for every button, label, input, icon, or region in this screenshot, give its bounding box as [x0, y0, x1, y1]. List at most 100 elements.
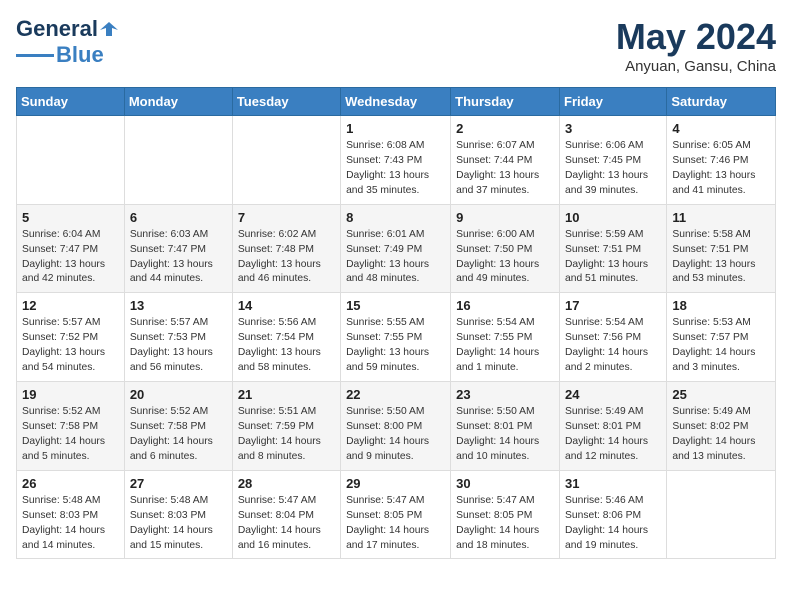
weekday-header-wednesday: Wednesday	[341, 88, 451, 116]
cell-info: Sunset: 8:05 PM	[346, 509, 445, 524]
logo-general: General	[16, 16, 98, 42]
cell-info: and 15 minutes.	[130, 539, 227, 554]
cell-info: Sunset: 7:59 PM	[238, 420, 335, 435]
cell-info: Sunset: 7:49 PM	[346, 243, 445, 258]
day-number: 8	[346, 210, 445, 225]
cell-info: Daylight: 13 hours	[130, 346, 227, 361]
cell-info: Daylight: 13 hours	[456, 169, 554, 184]
cell-info: and 19 minutes.	[565, 539, 661, 554]
cell-info: Sunrise: 6:00 AM	[456, 228, 554, 243]
day-number: 24	[565, 387, 661, 402]
cell-info: Sunrise: 5:53 AM	[672, 316, 770, 331]
cell-info: and 59 minutes.	[346, 361, 445, 376]
cell-info: and 6 minutes.	[130, 450, 227, 465]
cell-info: and 16 minutes.	[238, 539, 335, 554]
day-number: 28	[238, 476, 335, 491]
calendar-cell: 15Sunrise: 5:55 AMSunset: 7:55 PMDayligh…	[341, 293, 451, 382]
cell-info: Sunset: 7:46 PM	[672, 154, 770, 169]
cell-info: and 44 minutes.	[130, 272, 227, 287]
calendar-week-3: 12Sunrise: 5:57 AMSunset: 7:52 PMDayligh…	[17, 293, 776, 382]
cell-info: Sunset: 8:06 PM	[565, 509, 661, 524]
cell-info: and 5 minutes.	[22, 450, 119, 465]
calendar-cell: 25Sunrise: 5:49 AMSunset: 8:02 PMDayligh…	[667, 382, 776, 471]
cell-info: Sunset: 7:58 PM	[22, 420, 119, 435]
cell-info: and 58 minutes.	[238, 361, 335, 376]
cell-info: Daylight: 14 hours	[565, 524, 661, 539]
day-number: 27	[130, 476, 227, 491]
calendar-header-row: SundayMondayTuesdayWednesdayThursdayFrid…	[17, 88, 776, 116]
cell-info: Sunset: 8:00 PM	[346, 420, 445, 435]
day-number: 23	[456, 387, 554, 402]
day-number: 17	[565, 298, 661, 313]
cell-info: Sunset: 7:55 PM	[346, 331, 445, 346]
cell-info: and 39 minutes.	[565, 184, 661, 199]
cell-info: and 37 minutes.	[456, 184, 554, 199]
calendar-table: SundayMondayTuesdayWednesdayThursdayFrid…	[16, 87, 776, 559]
cell-info: Sunrise: 5:48 AM	[22, 494, 119, 509]
day-number: 29	[346, 476, 445, 491]
day-number: 31	[565, 476, 661, 491]
cell-info: Sunset: 8:04 PM	[238, 509, 335, 524]
cell-info: Sunrise: 5:54 AM	[456, 316, 554, 331]
title-block: May 2024 Anyuan, Gansu, China	[616, 16, 776, 75]
calendar-cell: 11Sunrise: 5:58 AMSunset: 7:51 PMDayligh…	[667, 204, 776, 293]
calendar-cell: 13Sunrise: 5:57 AMSunset: 7:53 PMDayligh…	[124, 293, 232, 382]
day-number: 5	[22, 210, 119, 225]
cell-info: Sunrise: 5:47 AM	[346, 494, 445, 509]
calendar-cell: 27Sunrise: 5:48 AMSunset: 8:03 PMDayligh…	[124, 470, 232, 559]
cell-info: Sunset: 7:44 PM	[456, 154, 554, 169]
cell-info: Sunset: 7:51 PM	[565, 243, 661, 258]
calendar-cell: 5Sunrise: 6:04 AMSunset: 7:47 PMDaylight…	[17, 204, 125, 293]
calendar-cell: 14Sunrise: 5:56 AMSunset: 7:54 PMDayligh…	[232, 293, 340, 382]
cell-info: and 14 minutes.	[22, 539, 119, 554]
cell-info: Sunrise: 5:56 AM	[238, 316, 335, 331]
cell-info: and 51 minutes.	[565, 272, 661, 287]
cell-info: Daylight: 14 hours	[238, 524, 335, 539]
cell-info: Daylight: 13 hours	[346, 169, 445, 184]
cell-info: Sunrise: 5:58 AM	[672, 228, 770, 243]
cell-info: Sunrise: 5:47 AM	[238, 494, 335, 509]
cell-info: and 8 minutes.	[238, 450, 335, 465]
weekday-header-saturday: Saturday	[667, 88, 776, 116]
cell-info: Daylight: 13 hours	[565, 169, 661, 184]
calendar-cell: 6Sunrise: 6:03 AMSunset: 7:47 PMDaylight…	[124, 204, 232, 293]
cell-info: and 53 minutes.	[672, 272, 770, 287]
cell-info: Daylight: 13 hours	[346, 258, 445, 273]
calendar-cell: 22Sunrise: 5:50 AMSunset: 8:00 PMDayligh…	[341, 382, 451, 471]
calendar-cell	[667, 470, 776, 559]
day-number: 3	[565, 121, 661, 136]
cell-info: Daylight: 14 hours	[456, 435, 554, 450]
calendar-cell: 19Sunrise: 5:52 AMSunset: 7:58 PMDayligh…	[17, 382, 125, 471]
cell-info: Sunset: 7:48 PM	[238, 243, 335, 258]
cell-info: Sunrise: 5:52 AM	[130, 405, 227, 420]
cell-info: Sunrise: 6:02 AM	[238, 228, 335, 243]
day-number: 10	[565, 210, 661, 225]
weekday-header-tuesday: Tuesday	[232, 88, 340, 116]
calendar-cell: 21Sunrise: 5:51 AMSunset: 7:59 PMDayligh…	[232, 382, 340, 471]
cell-info: Sunrise: 5:59 AM	[565, 228, 661, 243]
day-number: 13	[130, 298, 227, 313]
day-number: 21	[238, 387, 335, 402]
calendar-cell: 8Sunrise: 6:01 AMSunset: 7:49 PMDaylight…	[341, 204, 451, 293]
cell-info: Daylight: 13 hours	[565, 258, 661, 273]
day-number: 9	[456, 210, 554, 225]
day-number: 12	[22, 298, 119, 313]
calendar-cell: 17Sunrise: 5:54 AMSunset: 7:56 PMDayligh…	[560, 293, 667, 382]
cell-info: Sunset: 7:55 PM	[456, 331, 554, 346]
cell-info: Sunset: 7:58 PM	[130, 420, 227, 435]
cell-info: Sunrise: 5:51 AM	[238, 405, 335, 420]
cell-info: Daylight: 14 hours	[456, 346, 554, 361]
cell-info: Daylight: 14 hours	[565, 435, 661, 450]
calendar-cell: 9Sunrise: 6:00 AMSunset: 7:50 PMDaylight…	[451, 204, 560, 293]
cell-info: Daylight: 13 hours	[456, 258, 554, 273]
calendar-week-1: 1Sunrise: 6:08 AMSunset: 7:43 PMDaylight…	[17, 116, 776, 205]
cell-info: Sunset: 8:05 PM	[456, 509, 554, 524]
calendar-cell: 31Sunrise: 5:46 AMSunset: 8:06 PMDayligh…	[560, 470, 667, 559]
calendar-cell	[17, 116, 125, 205]
cell-info: and 13 minutes.	[672, 450, 770, 465]
cell-info: and 3 minutes.	[672, 361, 770, 376]
calendar-cell: 16Sunrise: 5:54 AMSunset: 7:55 PMDayligh…	[451, 293, 560, 382]
calendar-cell: 4Sunrise: 6:05 AMSunset: 7:46 PMDaylight…	[667, 116, 776, 205]
cell-info: Sunset: 7:57 PM	[672, 331, 770, 346]
cell-info: Sunrise: 5:50 AM	[456, 405, 554, 420]
